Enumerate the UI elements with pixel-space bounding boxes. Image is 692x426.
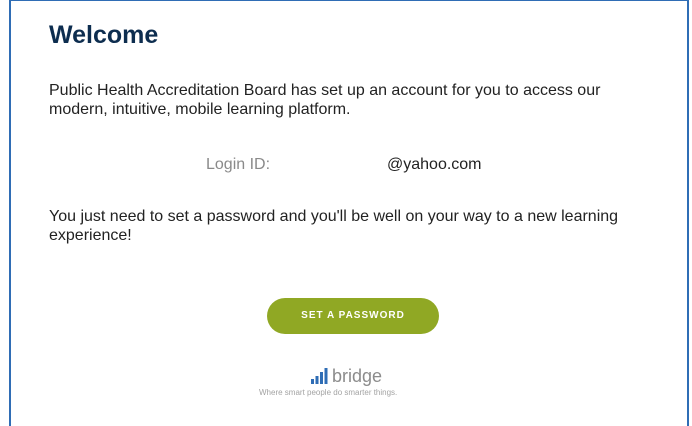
instruction-text: You just need to set a password and you'…	[49, 208, 619, 244]
bar-chart-icon	[311, 368, 328, 384]
bridge-brand-name: bridge	[332, 366, 383, 386]
email-frame: Welcome Public Health Accreditation Boar…	[9, 0, 689, 426]
bridge-tagline: Where smart people do smarter things.	[259, 388, 398, 397]
intro-text: Public Health Accreditation Board has se…	[49, 82, 601, 118]
welcome-heading: Welcome	[49, 21, 159, 49]
login-id-value: @yahoo.com	[387, 156, 482, 173]
set-password-button[interactable]: SET A PASSWORD	[267, 298, 439, 334]
bridge-logo: bridge	[311, 363, 382, 387]
login-id-label: Login ID:	[206, 156, 271, 173]
